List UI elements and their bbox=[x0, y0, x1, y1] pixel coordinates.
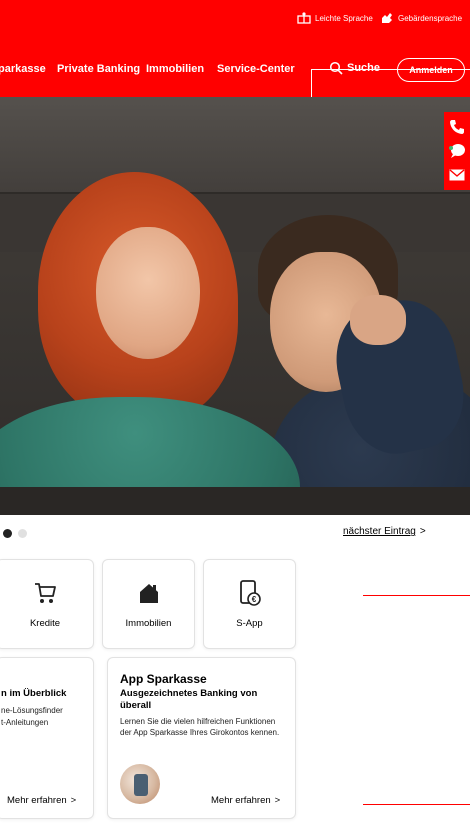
nav-item-sparkasse[interactable]: parkasse bbox=[0, 63, 46, 75]
next-entry-label: nächster Eintrag bbox=[343, 526, 416, 537]
hero-wall bbox=[0, 97, 470, 207]
nav-item-private-banking[interactable]: Private Banking bbox=[57, 63, 140, 75]
focus-line-lower bbox=[363, 804, 470, 805]
hero-person-left-face bbox=[96, 227, 200, 359]
more-link[interactable]: Mehr erfahren > bbox=[211, 795, 280, 806]
tile-kredite[interactable]: Kredite bbox=[0, 559, 94, 649]
site-header: Leichte Sprache Gebärdensprache parkasse… bbox=[0, 0, 470, 97]
hero-person-right-hand bbox=[350, 295, 406, 345]
easy-language-icon bbox=[297, 12, 311, 24]
chevron-right-icon: > bbox=[274, 795, 281, 806]
tile-label: S-App bbox=[236, 618, 263, 629]
focus-line-upper bbox=[363, 595, 470, 596]
easy-language-link[interactable]: Leichte Sprache bbox=[297, 12, 373, 24]
more-label: Mehr erfahren bbox=[211, 795, 271, 806]
more-link[interactable]: Mehr erfahren > bbox=[7, 795, 76, 806]
card-text-line1: ne-Lösungsfinder bbox=[1, 706, 63, 715]
svg-text:€: € bbox=[251, 595, 256, 604]
nav-item-service-center[interactable]: Service-Center bbox=[217, 63, 295, 75]
focus-indicator bbox=[311, 69, 470, 97]
card-title-partial: n im Überblick bbox=[1, 688, 67, 699]
sign-language-icon bbox=[382, 13, 392, 23]
nav-item-immobilien[interactable]: Immobilien bbox=[146, 63, 204, 75]
sign-language-label: Gebärdensprache bbox=[398, 13, 463, 23]
card-text-line2: t-Anleitungen bbox=[1, 718, 49, 727]
tile-label: Immobilien bbox=[125, 618, 172, 629]
more-label: Mehr erfahren bbox=[7, 795, 67, 806]
card-app-sparkasse[interactable]: App Sparkasse Ausgezeichnetes Banking vo… bbox=[107, 657, 296, 819]
carousel-dots bbox=[3, 529, 27, 538]
sign-language-link[interactable]: Gebärdensprache bbox=[380, 12, 462, 24]
easy-language-label: Leichte Sprache bbox=[315, 13, 373, 23]
card-text: Lernen Sie die vielen hilfreichen Funkti… bbox=[120, 717, 280, 737]
house-icon bbox=[136, 578, 162, 608]
card-title: App Sparkasse bbox=[120, 672, 207, 686]
hero-image bbox=[0, 97, 470, 515]
phone-icon[interactable] bbox=[448, 118, 466, 136]
card-overview[interactable]: n im Überblick ne-Lösungsfinder t-Anleit… bbox=[0, 657, 94, 819]
tile-label: Kredite bbox=[29, 618, 61, 629]
smartphone-euro-icon: € bbox=[237, 578, 263, 608]
hero-floor bbox=[0, 487, 470, 515]
mail-icon[interactable] bbox=[448, 166, 466, 184]
next-entry-link[interactable]: nächster Eintrag > bbox=[343, 526, 426, 537]
contact-sidebar bbox=[444, 112, 470, 190]
shopping-cart-icon bbox=[32, 578, 58, 608]
chevron-right-icon: > bbox=[419, 526, 426, 537]
card-subtitle: Ausgezeichnetes Banking von überall bbox=[120, 688, 258, 711]
chevron-right-icon: > bbox=[70, 795, 77, 806]
carousel-dot-2[interactable] bbox=[18, 529, 27, 538]
tile-s-app[interactable]: € S-App bbox=[203, 559, 296, 649]
app-avatar-image bbox=[120, 764, 160, 804]
tile-immobilien[interactable]: Immobilien bbox=[102, 559, 195, 649]
chat-icon[interactable] bbox=[448, 142, 466, 160]
carousel-dot-1[interactable] bbox=[3, 529, 12, 538]
